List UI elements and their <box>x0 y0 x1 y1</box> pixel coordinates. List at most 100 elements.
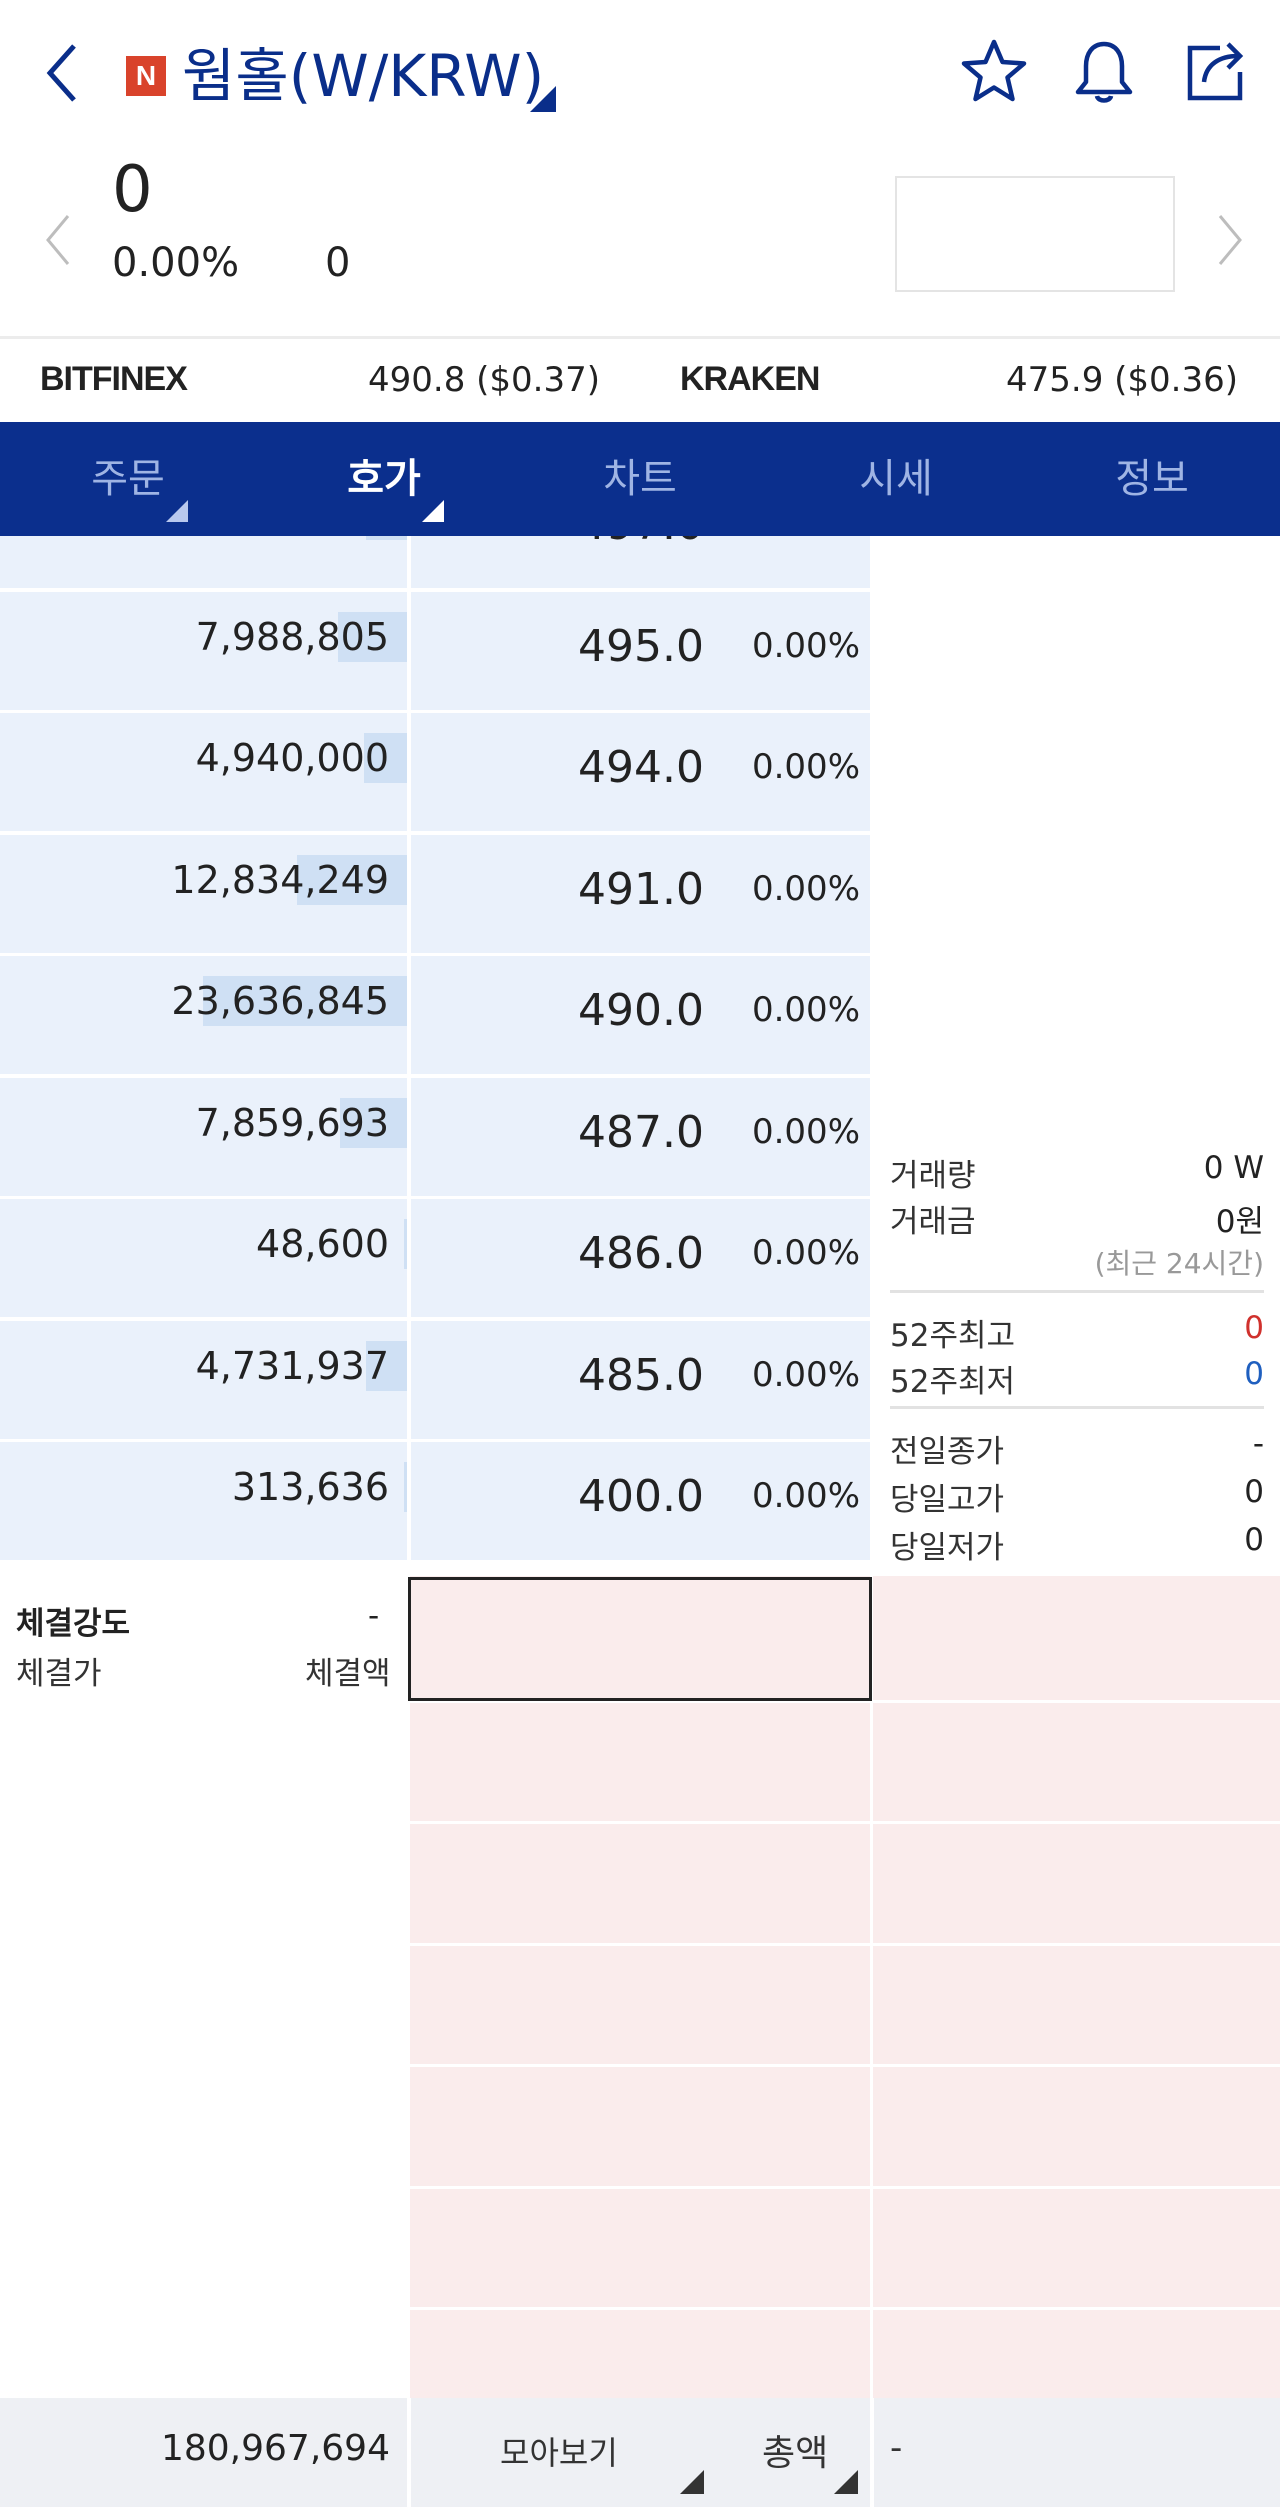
day-high-label: 당일고가 <box>890 1482 1005 1518</box>
ask-price-cell: 491.0 0.00% <box>411 834 870 953</box>
period-note: (최근 24시간) <box>1094 1247 1264 1280</box>
divider <box>870 2398 874 2507</box>
ask-row[interactable]: 7,859,693 487.0 0.00% <box>0 1077 870 1199</box>
prev-coin-button[interactable] <box>38 210 78 270</box>
prev-close-label: 전일종가 <box>890 1434 1005 1470</box>
share-button[interactable] <box>1180 36 1252 108</box>
ask-rate: 0.00% <box>751 868 860 909</box>
tab-orderbook[interactable]: 호가 <box>256 422 512 536</box>
tab-chart[interactable]: 차트 <box>512 422 768 536</box>
low52-label: 52주최저 <box>890 1364 1016 1400</box>
row-divider <box>410 1943 1280 1946</box>
ask-price: 487.0 <box>578 1106 704 1158</box>
ask-rate: 0.00% <box>751 1476 860 1516</box>
ask-row[interactable]: 4,940,000 494.0 0.00% <box>0 713 870 834</box>
tab-label: 시세 <box>859 456 933 502</box>
caret-icon <box>834 2470 858 2494</box>
ask-row[interactable]: 48,600 486.0 0.00% <box>0 1199 870 1320</box>
prev-close-value: - <box>1252 1426 1264 1462</box>
ask-row[interactable]: 7,988,805 495.0 0.00% <box>0 591 870 713</box>
ask-quantity: 7,859,693 <box>195 1100 389 1145</box>
ask-price-cell: 490.0 0.00% <box>411 956 870 1074</box>
ask-price-cell: 497.0 0.00% <box>411 536 870 588</box>
coin-title[interactable]: 웜홀(W/KRW) <box>182 38 544 114</box>
ask-quantity: 313,636 <box>231 1465 389 1509</box>
day-low-value: 0 <box>1244 1522 1264 1558</box>
ask-row[interactable]: 4,776,000 497.0 0.00% <box>0 536 870 591</box>
mini-chart[interactable] <box>895 176 1175 292</box>
total-button[interactable]: 총액 <box>762 2424 828 2476</box>
total-quantity: 180,967,694 <box>160 2428 390 2469</box>
tab-label: 차트 <box>603 456 677 502</box>
ask-price: 400.0 <box>578 1471 704 1522</box>
chevron-left-icon <box>46 215 70 265</box>
next-coin-button[interactable] <box>1210 210 1250 270</box>
alert-button[interactable] <box>1068 36 1140 108</box>
tab-order[interactable]: 주문 <box>0 422 256 536</box>
ask-qty-cell: 4,731,937 <box>0 1320 407 1439</box>
chevron-left-icon <box>46 44 76 102</box>
exchange-name: BITFINEX <box>40 360 188 398</box>
row-divider <box>410 2186 1280 2189</box>
ask-qty-cell: 4,776,000 <box>0 536 407 588</box>
current-price-row[interactable] <box>408 1577 872 1701</box>
trade-price-header: 체결가 <box>16 1656 102 1692</box>
ask-price: 491.0 <box>578 863 704 915</box>
ask-row[interactable]: 4,731,937 485.0 0.00% <box>0 1320 870 1442</box>
row-divider <box>410 1821 1280 1824</box>
tab-label: 호가 <box>347 456 421 502</box>
trade-history-panel <box>0 1576 407 2398</box>
group-view-button[interactable]: 모아보기 <box>500 2428 618 2474</box>
ask-qty-cell: 23,636,845 <box>0 956 407 1074</box>
ask-rate: 0.00% <box>752 536 860 550</box>
ask-qty-cell: 12,834,249 <box>0 834 407 953</box>
ask-price-cell: 495.0 0.00% <box>411 591 870 710</box>
tab-market[interactable]: 시세 <box>768 422 1024 536</box>
ask-row[interactable]: 12,834,249 491.0 0.00% <box>0 834 870 956</box>
high52-label: 52주최고 <box>890 1318 1016 1354</box>
back-button[interactable] <box>38 38 88 108</box>
amount-label: 거래금 <box>890 1204 976 1240</box>
ask-quantity: 4,940,000 <box>195 736 389 780</box>
tab-label: 정보 <box>1115 456 1189 502</box>
ask-rate: 0.00% <box>751 625 860 666</box>
strength-value: - <box>368 1598 380 1634</box>
divider <box>407 2398 411 2507</box>
exchange-price: 475.9 ($0.36) <box>1005 360 1238 400</box>
chevron-right-icon <box>1218 215 1242 265</box>
caret-icon <box>166 500 188 522</box>
high52-value: 0 <box>1244 1310 1264 1346</box>
volume-label: 거래량 <box>890 1158 976 1194</box>
bell-icon <box>1075 41 1133 103</box>
ask-qty-cell: 7,859,693 <box>0 1077 407 1196</box>
ask-quantity: 23,636,845 <box>171 979 389 1023</box>
ask-quantity: 12,834,249 <box>171 857 389 902</box>
row-divider <box>410 2064 1280 2067</box>
volume-value: 0 W <box>1203 1150 1264 1186</box>
amount-value: 0원 <box>1215 1204 1264 1240</box>
ask-price: 490.0 <box>578 985 704 1036</box>
caret-icon <box>680 2470 704 2494</box>
day-low-label: 당일저가 <box>890 1530 1005 1566</box>
ask-price: 497.0 <box>578 536 704 554</box>
tab-label: 주문 <box>91 456 165 502</box>
favorite-button[interactable] <box>958 36 1030 108</box>
change-rate: 0.00% <box>112 240 240 286</box>
qty-bar <box>404 1219 407 1269</box>
change-amount: 0 <box>325 240 351 286</box>
ask-row[interactable]: 313,636 400.0 0.00% <box>0 1442 870 1563</box>
caret-icon <box>422 500 444 522</box>
ask-price-cell: 485.0 0.00% <box>411 1320 870 1439</box>
coin-select-caret-icon[interactable] <box>530 86 556 112</box>
ask-qty-cell: 4,940,000 <box>0 713 407 831</box>
ask-price-cell: 487.0 0.00% <box>411 1077 870 1196</box>
tab-info[interactable]: 정보 <box>1024 422 1280 536</box>
ask-rate: 0.00% <box>751 1111 860 1152</box>
ask-price-cell: 486.0 0.00% <box>411 1199 870 1317</box>
ask-row[interactable]: 23,636,845 490.0 0.00% <box>0 956 870 1077</box>
ask-quantity: 48,600 <box>256 1222 389 1266</box>
ask-rate: 0.00% <box>751 747 860 787</box>
ask-price-cell: 400.0 0.00% <box>411 1442 870 1560</box>
ask-qty-cell: 313,636 <box>0 1442 407 1560</box>
ask-price: 494.0 <box>578 742 704 793</box>
